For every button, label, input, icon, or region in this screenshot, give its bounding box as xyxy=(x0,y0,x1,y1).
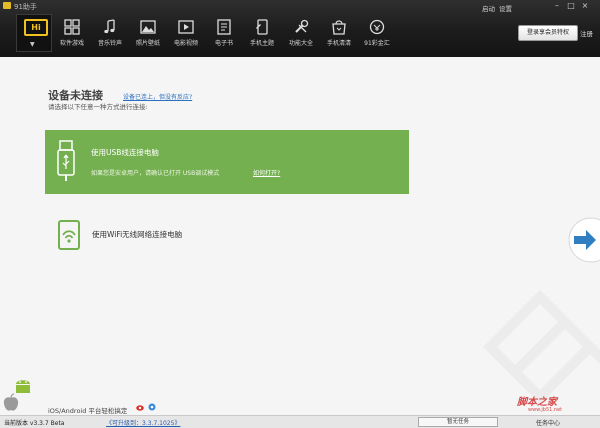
chevron-down-icon: ▼ xyxy=(30,41,35,48)
usb-option-description: 如果您是安卓用户，请确认已打开 USB调试模式 xyxy=(91,170,220,177)
window-title: 91助手 xyxy=(14,3,37,11)
nav-label: 电子书 xyxy=(214,40,233,47)
music-note-icon xyxy=(104,19,115,34)
apps-grid-icon xyxy=(64,19,80,35)
platform-support-text: iOS/Android 平台轻松搞定 xyxy=(48,407,128,415)
background-watermark-graphic xyxy=(482,289,600,405)
nav-video[interactable]: 电影视频 xyxy=(167,14,205,54)
settings-link[interactable]: 设置 xyxy=(499,3,512,13)
upgrade-link[interactable]: 《可升级到：3.3.7.1025》 xyxy=(106,418,180,427)
nav-phone-theme[interactable]: 手机主题 xyxy=(243,14,281,54)
usb-debug-help-link[interactable]: 如何打开? xyxy=(253,168,280,177)
vip-login-button[interactable]: 登录享会员特权 xyxy=(518,25,578,41)
next-arrow-icon[interactable] xyxy=(566,215,600,265)
home-logo-button[interactable]: Hi ▼ xyxy=(16,14,52,52)
version-label: 当前版本 v3.3.7 Beta xyxy=(4,420,65,427)
register-link[interactable]: 注册 xyxy=(580,28,593,38)
nav-label: 电影视频 xyxy=(173,40,198,47)
tools-icon xyxy=(295,19,309,33)
feedback-icon[interactable] xyxy=(148,403,156,411)
connection-help-link[interactable]: 设备已连上，但没有反应? xyxy=(123,92,192,101)
hi-logo-icon: Hi xyxy=(24,19,48,36)
nav-phone-clean[interactable]: 手机清清 xyxy=(320,14,358,54)
coin-icon xyxy=(369,19,385,35)
nav-label: 手机主题 xyxy=(249,40,274,47)
phone-theme-icon xyxy=(256,19,268,35)
wifi-phone-icon[interactable] xyxy=(58,220,80,250)
nav-apps-games[interactable]: 软件游戏 xyxy=(53,14,91,54)
nav-label: 软件游戏 xyxy=(59,40,84,47)
connection-instructions: 请选择以下任意一种方式进行连接: xyxy=(48,103,148,111)
minimize-icon[interactable]: – xyxy=(552,2,562,10)
task-center-button[interactable]: 任务中心 xyxy=(536,418,560,427)
nav-label: 照片壁纸 xyxy=(135,40,160,47)
usb-cable-icon xyxy=(57,140,75,181)
close-icon[interactable]: × xyxy=(580,2,590,10)
top-toolbar: 91助手 启动 设置 – □ × Hi ▼ 软件游戏 音乐铃声 照片壁纸 电影视… xyxy=(0,0,600,57)
main-panel: 设备未连接 设备已连上，但没有反应? 请选择以下任意一种方式进行连接: 使用US… xyxy=(0,57,600,415)
nav-photos[interactable]: 照片壁纸 xyxy=(129,14,167,54)
site-watermark-text: 脚本之家 xyxy=(517,397,557,408)
app-logo-icon xyxy=(3,2,11,9)
nav-label: 手机清清 xyxy=(326,40,351,47)
site-watermark-url: www.jb51.net xyxy=(528,407,563,413)
nav-ebook[interactable]: 电子书 xyxy=(205,14,243,54)
nav-music[interactable]: 音乐铃声 xyxy=(91,14,129,54)
start-link[interactable]: 启动 xyxy=(482,3,495,13)
status-bar: 当前版本 v3.3.7 Beta 《可升级到：3.3.7.1025》 暂无任务 … xyxy=(0,415,600,428)
nav-tools[interactable]: 功能大全 xyxy=(282,14,320,54)
wifi-option-title[interactable]: 使用WiFi无线网络连接电脑 xyxy=(92,229,182,240)
usb-connect-option[interactable]: 使用USB线连接电脑 如果您是安卓用户，请确认已打开 USB调试模式 如何打开? xyxy=(45,130,409,194)
android-icon xyxy=(16,380,30,393)
video-icon xyxy=(178,20,194,34)
nav-label: 音乐铃声 xyxy=(97,40,122,47)
bag-icon xyxy=(332,20,346,35)
nav-label: 功能大全 xyxy=(288,40,313,47)
nav-label: 91彩金汇 xyxy=(364,40,390,47)
usb-option-title: 使用USB线连接电脑 xyxy=(91,148,159,157)
photo-icon xyxy=(140,20,156,34)
book-icon xyxy=(217,19,231,35)
maximize-icon[interactable]: □ xyxy=(566,2,576,10)
task-progress-indicator: 暂无任务 xyxy=(418,417,498,427)
apple-icon xyxy=(3,393,19,411)
weibo-icon[interactable] xyxy=(136,403,145,411)
nav-91-coins[interactable]: 91彩金汇 xyxy=(358,14,396,54)
